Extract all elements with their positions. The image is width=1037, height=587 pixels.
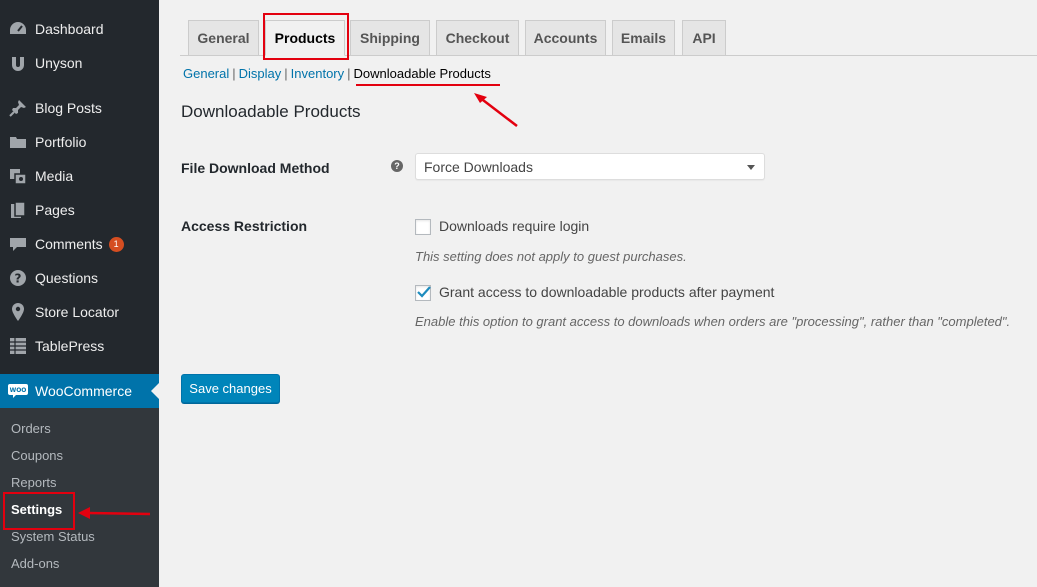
subsection-link-display[interactable]: Display (239, 66, 282, 81)
dropdown-arrow-icon (747, 165, 755, 170)
sidebar-item-label: Media (35, 168, 74, 184)
subsection-link-general[interactable]: General (183, 66, 229, 81)
tab-checkout[interactable]: Checkout (436, 20, 519, 56)
sidebar-item-label: TablePress (35, 338, 105, 354)
sidebar-item-unyson[interactable]: Unyson (0, 46, 159, 80)
sidebar-item-pages[interactable]: Pages (0, 193, 159, 227)
sidebar-item-label: Questions (35, 270, 99, 286)
annotation-underline-downloadable (356, 84, 500, 86)
annotation-box-products-tab (263, 13, 349, 60)
grant-access-label[interactable]: Grant access to downloadable products af… (439, 284, 774, 300)
woo-icon: WOO (0, 374, 35, 408)
sidebar-item-blog-posts[interactable]: Blog Posts (0, 91, 159, 125)
subsection-link-inventory[interactable]: Inventory (291, 66, 344, 81)
separator: | (232, 66, 236, 81)
pages-icon (0, 193, 35, 227)
dashboard-icon (0, 12, 35, 46)
question-icon: ? (0, 261, 35, 295)
download-method-value: Force Downloads (424, 158, 533, 175)
require-login-description: This setting does not apply to guest pur… (415, 249, 687, 264)
subsection-links: General | Display | Inventory | Downloadable P… (183, 66, 491, 81)
save-changes-button[interactable]: Save changes (181, 374, 280, 403)
sidebar-item-label: Comments (35, 236, 103, 252)
subsection-current-downloadable-products[interactable]: Downloadable Products (354, 66, 491, 81)
tab-emails[interactable]: Emails (612, 20, 675, 56)
location-pin-icon (0, 295, 35, 329)
checkmark-icon (417, 286, 431, 298)
sidebar-item-label: Pages (35, 202, 75, 218)
annotation-arrow-icon (78, 507, 151, 519)
tab-accounts[interactable]: Accounts (525, 20, 606, 56)
sidebar-item-store-locator[interactable]: Store Locator (0, 295, 159, 329)
tab-api[interactable]: API (682, 20, 726, 56)
submenu-item-add-ons[interactable]: Add-ons (11, 555, 59, 573)
submenu-item-system-status[interactable]: System Status (11, 528, 95, 546)
pin-icon (0, 91, 35, 125)
separator: | (347, 66, 351, 81)
current-menu-arrow (151, 383, 159, 399)
sidebar-item-comments[interactable]: Comments 1 (0, 227, 159, 261)
help-tip-icon[interactable]: ? (391, 160, 403, 172)
sidebar-item-media[interactable]: Media (0, 159, 159, 193)
grant-access-description: Enable this option to grant access to do… (415, 314, 1011, 329)
submenu-item-orders[interactable]: Orders (11, 420, 51, 438)
comments-icon (0, 227, 35, 261)
sidebar-item-tablepress[interactable]: TablePress (0, 329, 159, 363)
sidebar-item-label: Dashboard (35, 21, 104, 37)
require-login-label[interactable]: Downloads require login (439, 218, 589, 234)
tab-shipping[interactable]: Shipping (350, 20, 430, 56)
download-method-select[interactable]: Force Downloads (415, 153, 765, 180)
comments-count-badge: 1 (108, 236, 124, 252)
sidebar-item-portfolio[interactable]: Portfolio (0, 125, 159, 159)
access-restriction-label: Access Restriction (181, 218, 308, 234)
section-title: Downloadable Products (181, 102, 361, 121)
sidebar-item-woocommerce[interactable]: WOO WooCommerce (0, 374, 159, 408)
woo-icon-text: WOO (9, 387, 26, 394)
folder-icon (0, 125, 35, 159)
unyson-icon (0, 46, 35, 80)
table-icon (0, 329, 35, 363)
sidebar-item-questions[interactable]: ? Questions (0, 261, 159, 295)
annotation-arrow-icon (474, 93, 518, 127)
sidebar-item-dashboard[interactable]: Dashboard (0, 12, 159, 46)
sidebar-item-label: Blog Posts (35, 100, 102, 116)
sidebar-item-label: WooCommerce (35, 383, 132, 399)
annotation-box-settings (3, 492, 75, 530)
download-method-label: File Download Method (181, 160, 330, 176)
grant-access-checkbox[interactable] (415, 285, 431, 301)
tab-general[interactable]: General (188, 20, 259, 56)
sidebar-item-label: Store Locator (35, 304, 120, 320)
sidebar-item-label: Portfolio (35, 134, 87, 150)
sidebar-item-label: Unyson (35, 55, 83, 71)
submenu-item-coupons[interactable]: Coupons (11, 447, 63, 465)
separator: | (284, 66, 288, 81)
submenu-item-reports[interactable]: Reports (11, 474, 57, 492)
require-login-checkbox[interactable] (415, 219, 431, 235)
media-icon (0, 159, 35, 193)
svg-text:?: ? (14, 272, 21, 286)
